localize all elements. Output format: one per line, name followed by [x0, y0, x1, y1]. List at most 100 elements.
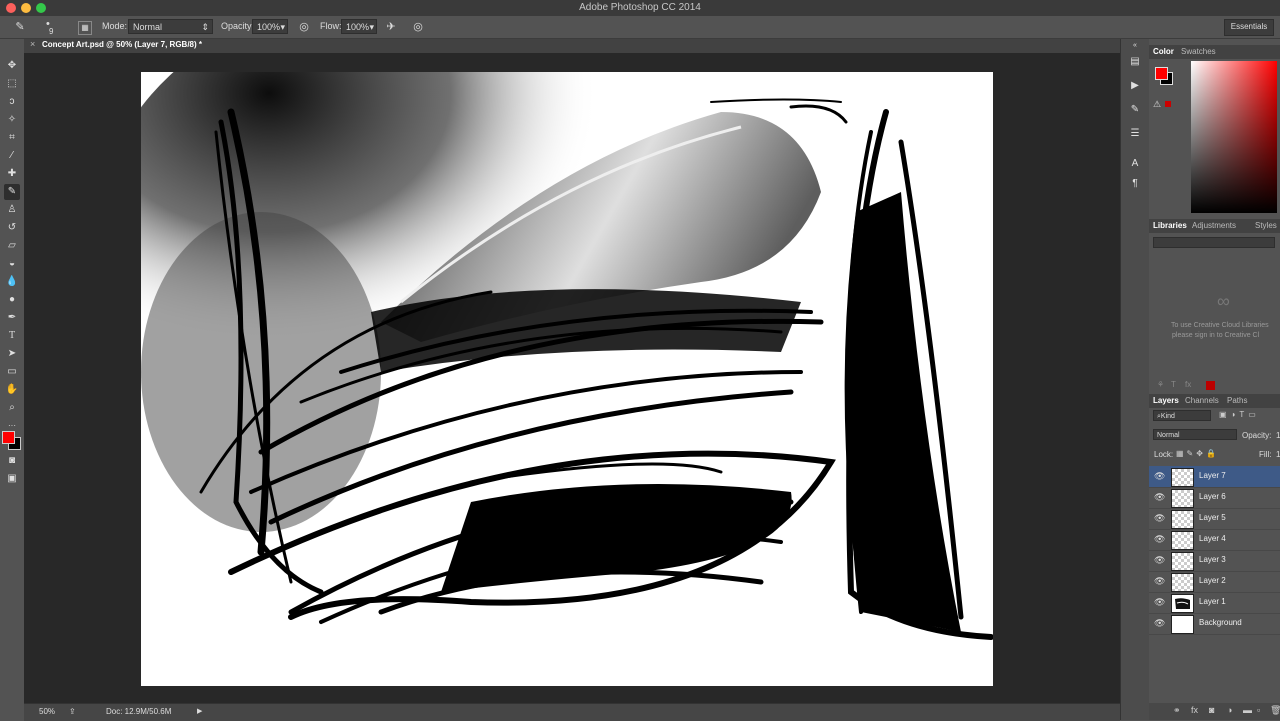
foreground-color-swatch[interactable] — [2, 431, 15, 444]
close-document-icon[interactable]: × — [30, 39, 35, 49]
lock-options-icons[interactable]: ▦✎✥🔒 — [1176, 449, 1219, 458]
layer-filter-icons[interactable]: ▣◑T▭ — [1219, 410, 1260, 419]
layer-thumbnail — [1171, 594, 1194, 613]
layer-row[interactable]: 👁 Layer 7 — [1149, 466, 1280, 488]
layer-row[interactable]: 👁 Layer 1 — [1149, 592, 1280, 614]
library-select[interactable] — [1153, 237, 1275, 248]
paint-bucket-tool-icon[interactable]: ◒ — [4, 256, 20, 272]
pressure-opacity-icon[interactable]: ◎ — [296, 19, 312, 35]
layer-filter-select[interactable]: ⌕Kind — [1153, 410, 1211, 421]
color-foreground-swatch[interactable] — [1155, 67, 1168, 80]
airbrush-icon[interactable]: ✈ — [383, 19, 399, 35]
collapse-panels-icon[interactable]: « — [1128, 39, 1142, 53]
hand-tool-icon[interactable]: ✋ — [4, 382, 20, 398]
eyedropper-tool-icon[interactable]: ⁄ — [4, 148, 20, 164]
brush-preset-picker[interactable]: • 9 — [44, 18, 64, 36]
eye-icon[interactable]: 👁 — [1154, 534, 1165, 544]
right-dock: Color Swatches ⚠ Libraries Adjustments S… — [1149, 39, 1280, 720]
eye-icon[interactable]: 👁 — [1154, 513, 1165, 523]
pressure-size-icon[interactable]: ◎ — [410, 19, 426, 35]
blend-mode-select[interactable]: Normal — [1153, 429, 1237, 440]
opacity-value: 100% — [257, 22, 281, 32]
new-group-icon[interactable]: ▬ — [1243, 705, 1252, 715]
document-tab[interactable]: × Concept Art.psd @ 50% (Layer 7, RGB/8)… — [24, 39, 1120, 53]
paragraph-panel-icon[interactable]: ¶ — [1128, 177, 1142, 191]
layer-row[interactable]: 👁 Background — [1149, 613, 1280, 635]
eye-icon[interactable]: 👁 — [1154, 618, 1165, 628]
layer-row[interactable]: 👁 Layer 3 — [1149, 550, 1280, 572]
dodge-tool-icon[interactable]: ● — [4, 292, 20, 308]
properties-panel-icon[interactable]: ☰ — [1128, 127, 1142, 141]
marquee-tool-icon[interactable]: ⬚ — [4, 76, 20, 92]
zoom-tool-icon[interactable]: ⌕ — [4, 400, 20, 416]
brush-tool-icon[interactable]: ✎ — [4, 184, 20, 200]
history-brush-tool-icon[interactable]: ↺ — [4, 220, 20, 236]
mode-select[interactable]: Normal ⇕ — [128, 19, 213, 34]
character-panel-icon[interactable]: A — [1128, 157, 1142, 171]
workspace-switcher[interactable]: Essentials — [1224, 19, 1274, 36]
layer-opacity-value[interactable]: 1 — [1276, 431, 1280, 440]
layer-row[interactable]: 👁 Layer 2 — [1149, 571, 1280, 593]
layer-name: Layer 2 — [1199, 576, 1226, 585]
shape-tool-icon[interactable]: ▭ — [4, 364, 20, 380]
eye-icon[interactable]: 👁 — [1154, 555, 1165, 565]
zoom-level[interactable]: 50% — [39, 707, 55, 716]
layer-thumbnail — [1171, 615, 1194, 634]
type-tool-icon[interactable]: T — [4, 328, 20, 344]
color-spectrum-field[interactable] — [1191, 61, 1277, 213]
screen-mode-icon[interactable]: ▣ — [4, 471, 20, 487]
actions-panel-icon[interactable]: ▶ — [1128, 79, 1142, 93]
eye-icon[interactable]: 👁 — [1154, 597, 1165, 607]
tab-swatches[interactable]: Swatches — [1181, 47, 1216, 56]
add-graphic-icon[interactable]: ⚘ — [1157, 380, 1164, 389]
gamut-color-chip[interactable] — [1165, 101, 1171, 107]
tool-presets-icon[interactable]: ✎ — [1128, 103, 1142, 117]
add-color-icon[interactable] — [1206, 381, 1215, 390]
adjustment-layer-icon[interactable]: ◑ — [1227, 705, 1232, 715]
lock-label: Lock: — [1154, 450, 1174, 459]
healing-brush-tool-icon[interactable]: ✚ — [4, 166, 20, 182]
document-canvas[interactable] — [101, 0, 994, 686]
layer-row[interactable]: 👁 Layer 5 — [1149, 508, 1280, 530]
lasso-tool-icon[interactable]: ↄ — [4, 94, 20, 110]
tab-libraries[interactable]: Libraries — [1153, 221, 1187, 230]
layer-name: Layer 7 — [1199, 471, 1226, 480]
tab-paths[interactable]: Paths — [1227, 396, 1247, 405]
path-select-tool-icon[interactable]: ➤ — [4, 346, 20, 362]
clone-stamp-tool-icon[interactable]: ♙ — [4, 202, 20, 218]
tab-color[interactable]: Color — [1153, 47, 1174, 56]
add-style-icon[interactable]: fx — [1185, 380, 1191, 389]
quick-select-tool-icon[interactable]: ✧ — [4, 112, 20, 128]
delete-layer-icon[interactable]: 🗑 — [1270, 705, 1280, 716]
new-layer-icon[interactable]: ▫ — [1257, 705, 1260, 715]
layer-row[interactable]: 👁 Layer 6 — [1149, 487, 1280, 509]
crop-tool-icon[interactable]: ⌗ — [4, 130, 20, 146]
layer-art-thumbnail — [1175, 598, 1190, 609]
tab-adjustments[interactable]: Adjustments — [1192, 221, 1236, 230]
brush-panel-toggle-icon[interactable]: ▦ — [78, 21, 92, 35]
fill-value[interactable]: 1 — [1276, 450, 1280, 459]
eye-icon[interactable]: 👁 — [1154, 576, 1165, 586]
move-tool-icon[interactable]: ✥ — [4, 58, 20, 74]
layer-style-icon[interactable]: fx — [1191, 705, 1198, 715]
layer-row[interactable]: 👁 Layer 4 — [1149, 529, 1280, 551]
tab-styles[interactable]: Styles — [1255, 221, 1277, 230]
layer-mask-icon[interactable]: ◙ — [1209, 705, 1214, 715]
tab-layers[interactable]: Layers — [1153, 396, 1179, 405]
opacity-input[interactable]: 100% ▾ — [252, 19, 288, 34]
link-layers-icon[interactable]: ⚭ — [1173, 705, 1181, 716]
add-text-icon[interactable]: T — [1171, 380, 1176, 389]
eye-icon[interactable]: 👁 — [1154, 492, 1165, 502]
tool-preset-brush-icon[interactable]: ✎ — [12, 19, 28, 35]
history-panel-icon[interactable]: ▤ — [1128, 55, 1142, 69]
status-menu-arrow-icon[interactable]: ▶ — [197, 707, 202, 715]
eye-icon[interactable]: 👁 — [1154, 471, 1165, 481]
flow-input[interactable]: 100% ▾ — [341, 19, 377, 34]
tab-channels[interactable]: Channels — [1185, 396, 1219, 405]
eraser-tool-icon[interactable]: ▱ — [4, 238, 20, 254]
quick-mask-icon[interactable]: ◙ — [4, 453, 20, 469]
export-icon[interactable]: ⇪ — [69, 707, 76, 716]
pen-tool-icon[interactable]: ✒ — [4, 310, 20, 326]
layer-list: 👁 Layer 7 👁 Layer 6 👁 Layer 5 👁 Layer 4 … — [1149, 466, 1280, 636]
blur-tool-icon[interactable]: 💧 — [4, 274, 20, 290]
